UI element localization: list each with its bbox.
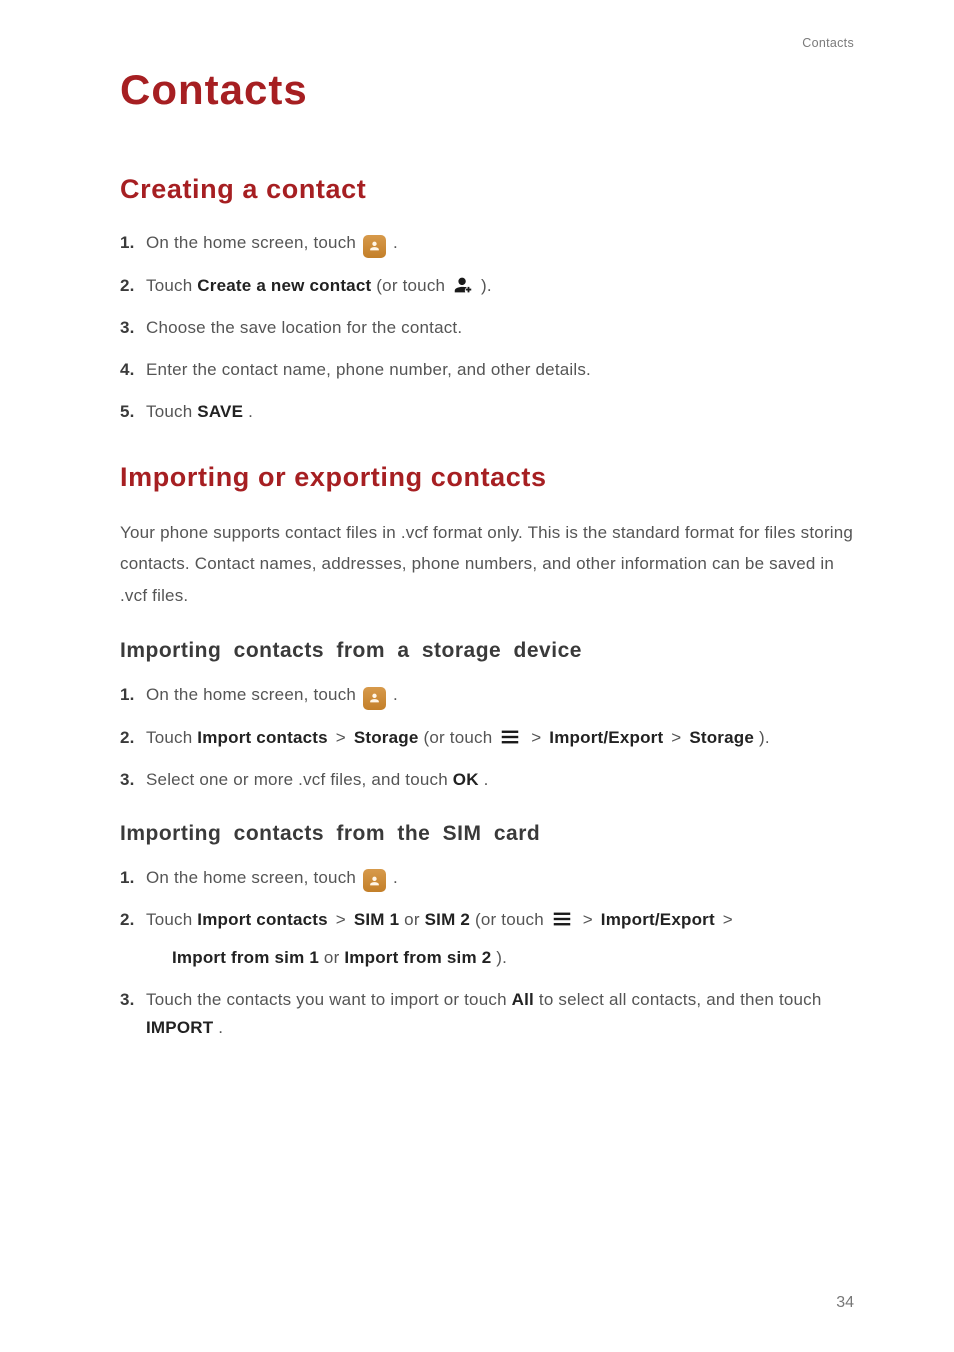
ui-label-import-contacts: Import contacts: [197, 910, 328, 929]
step-text: Touch: [146, 402, 197, 421]
section-import-export-title: Importing or exporting contacts: [120, 462, 854, 493]
ui-label-storage: Storage: [689, 728, 754, 747]
step-number: 3.: [120, 314, 135, 342]
step-text: Touch: [146, 728, 197, 747]
ui-label-import-contacts: Import contacts: [197, 728, 328, 747]
step-text: Touch: [146, 276, 197, 295]
step-text: or: [324, 948, 344, 967]
chapter-title: Contacts: [120, 66, 854, 114]
step-number: 2.: [120, 272, 135, 300]
step-number: 1.: [120, 864, 135, 892]
step-3: 3. Select one or more .vcf files, and to…: [120, 766, 854, 794]
contacts-app-icon: [363, 869, 386, 892]
step-text: .: [393, 233, 398, 252]
step-number: 4.: [120, 356, 135, 384]
running-header: Contacts: [802, 36, 854, 50]
breadcrumb-separator: >: [723, 910, 733, 929]
ui-label-import: IMPORT: [146, 1018, 213, 1037]
ui-label-save: SAVE: [197, 402, 243, 421]
step-number: 2.: [120, 906, 135, 934]
section-creating-contact-title: Creating a contact: [120, 174, 854, 205]
step-text: Select one or more .vcf files, and touch: [146, 770, 453, 789]
step-text: On the home screen, touch: [146, 868, 361, 887]
step-text: .: [484, 770, 489, 789]
section-intro-text: Your phone supports contact files in .vc…: [120, 517, 854, 611]
step-text: .: [218, 1018, 223, 1037]
ui-label-import-export: Import/Export: [549, 728, 663, 747]
breadcrumb-separator: >: [336, 728, 351, 747]
step-4: 4. Enter the contact name, phone number,…: [120, 356, 854, 384]
ui-label-import-from-sim2: Import from sim 2: [344, 948, 491, 967]
subsection-import-storage-title: Importing contacts from a storage device: [120, 639, 854, 663]
step-3: 3. Choose the save location for the cont…: [120, 314, 854, 342]
add-contact-icon: [452, 274, 474, 296]
contacts-app-icon: [363, 235, 386, 258]
step-2: 2. Touch Import contacts > SIM 1 or SIM …: [120, 906, 854, 972]
breadcrumb-separator: >: [531, 728, 546, 747]
subsection-import-sim-title: Importing contacts from the SIM card: [120, 822, 854, 846]
step-number: 5.: [120, 398, 135, 426]
step-number: 1.: [120, 681, 135, 709]
step-text: .: [248, 402, 253, 421]
step-5: 5. Touch SAVE .: [120, 398, 854, 426]
step-text: On the home screen, touch: [146, 685, 361, 704]
breadcrumb-separator: >: [671, 728, 686, 747]
step-text: Choose the save location for the contact…: [146, 318, 462, 337]
step-2: 2. Touch Import contacts > Storage (or t…: [120, 724, 854, 752]
breadcrumb-separator: >: [583, 910, 598, 929]
step-number: 3.: [120, 986, 135, 1014]
step-text: .: [393, 868, 398, 887]
step-1: 1. On the home screen, touch .: [120, 681, 854, 710]
step-text: On the home screen, touch: [146, 233, 361, 252]
step-3: 3. Touch the contacts you want to import…: [120, 986, 854, 1042]
step-text: ).: [759, 728, 770, 747]
step-text: (or touch: [423, 728, 497, 747]
menu-icon: [499, 726, 521, 748]
step-text: ).: [481, 276, 492, 295]
ui-label-storage: Storage: [354, 728, 419, 747]
breadcrumb-separator: >: [336, 910, 351, 929]
step-text: Touch the contacts you want to import or…: [146, 990, 512, 1009]
ui-label-ok: OK: [453, 770, 479, 789]
step-number: 1.: [120, 229, 135, 257]
step-text: ).: [496, 948, 507, 967]
ui-label-sim2: SIM 2: [425, 910, 470, 929]
ui-label-all: All: [512, 990, 534, 1009]
step-1: 1. On the home screen, touch .: [120, 229, 854, 258]
step-text: Touch: [146, 910, 197, 929]
menu-icon: [551, 908, 573, 930]
step-text: (or touch: [376, 276, 450, 295]
ui-label-create-new-contact: Create a new contact: [197, 276, 371, 295]
ui-label-import-export: Import/Export: [601, 910, 715, 929]
step-number: 3.: [120, 766, 135, 794]
step-text: Enter the contact name, phone number, an…: [146, 360, 591, 379]
contacts-app-icon: [363, 687, 386, 710]
step-text: .: [393, 685, 398, 704]
page-number: 34: [836, 1294, 854, 1312]
step-number: 2.: [120, 724, 135, 752]
step-text: (or touch: [475, 910, 549, 929]
step-text: or: [404, 910, 420, 929]
step-1: 1. On the home screen, touch .: [120, 864, 854, 893]
ui-label-sim1: SIM 1: [354, 910, 399, 929]
ui-label-import-from-sim1: Import from sim 1: [172, 948, 319, 967]
step-text: to select all contacts, and then touch: [539, 990, 822, 1009]
step-2: 2. Touch Create a new contact (or touch …: [120, 272, 854, 300]
